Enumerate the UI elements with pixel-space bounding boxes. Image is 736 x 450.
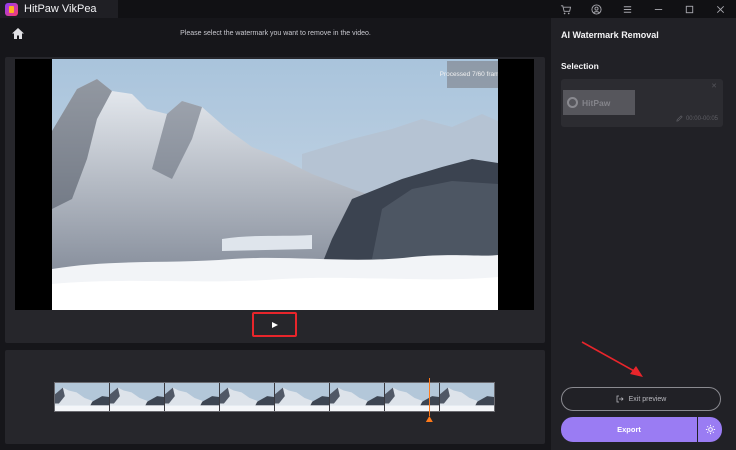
exit-icon xyxy=(616,395,624,403)
close-icon[interactable] xyxy=(705,0,736,18)
maximize-icon[interactable] xyxy=(674,0,705,18)
timeline-thumbnail xyxy=(110,383,165,411)
minimize-icon[interactable] xyxy=(643,0,674,18)
video-preview-image[interactable]: Processed 7/60 frames xyxy=(52,59,498,310)
app-logo-icon xyxy=(5,2,18,16)
selection-heading: Selection xyxy=(561,61,599,71)
exit-preview-label: Exit preview xyxy=(628,395,667,403)
timeline-thumbnail xyxy=(165,383,220,411)
main-area: Please select the watermark you want to … xyxy=(0,18,551,450)
app-name: HitPaw VikPea xyxy=(24,3,97,15)
exit-preview-button[interactable]: Exit preview xyxy=(561,387,721,411)
instruction-text: Please select the watermark you want to … xyxy=(180,30,371,37)
timeline-panel xyxy=(5,350,545,444)
timeline-thumbnail xyxy=(55,383,110,411)
annotation-arrow-icon xyxy=(581,341,643,377)
export-button[interactable]: Export xyxy=(561,417,697,442)
time-range-text: 00:00-00:05 xyxy=(685,115,718,122)
playhead-handle[interactable] xyxy=(425,416,433,422)
timeline-thumbnail xyxy=(275,383,330,411)
export-settings-button[interactable] xyxy=(698,417,722,442)
timeline-playhead[interactable] xyxy=(428,378,430,416)
watermark-logo-icon xyxy=(567,97,578,108)
account-icon[interactable] xyxy=(581,0,612,18)
selection-time-range: 00:00-00:05 xyxy=(676,115,718,122)
pencil-icon[interactable] xyxy=(676,115,683,122)
menu-icon[interactable] xyxy=(612,0,643,18)
timeline-thumbnail xyxy=(440,383,494,411)
panel-title: AI Watermark Removal xyxy=(561,30,659,40)
play-button[interactable] xyxy=(252,312,297,337)
app-tab: HitPaw VikPea xyxy=(0,0,118,18)
gear-icon xyxy=(705,424,715,435)
window-controls xyxy=(550,0,736,18)
watermark-text: HitPaw xyxy=(582,97,611,108)
close-icon[interactable]: ✕ xyxy=(711,82,717,90)
cart-icon[interactable] xyxy=(550,0,581,18)
video-frame[interactable]: Processed 7/60 frames xyxy=(15,59,534,310)
right-sidebar: AI Watermark Removal Selection HitPaw ✕ … xyxy=(551,18,736,450)
title-bar: HitPaw VikPea xyxy=(0,0,736,18)
timeline-thumbnail xyxy=(220,383,275,411)
processed-frames-badge: Processed 7/60 frames xyxy=(440,61,498,88)
video-player-panel: Processed 7/60 frames xyxy=(5,57,545,343)
timeline-thumbnail xyxy=(385,383,440,411)
timeline-thumbnail xyxy=(330,383,385,411)
selection-card[interactable]: HitPaw ✕ 00:00-00:05 xyxy=(561,79,723,127)
play-icon xyxy=(271,321,278,328)
watermark-thumbnail: HitPaw xyxy=(563,90,635,115)
